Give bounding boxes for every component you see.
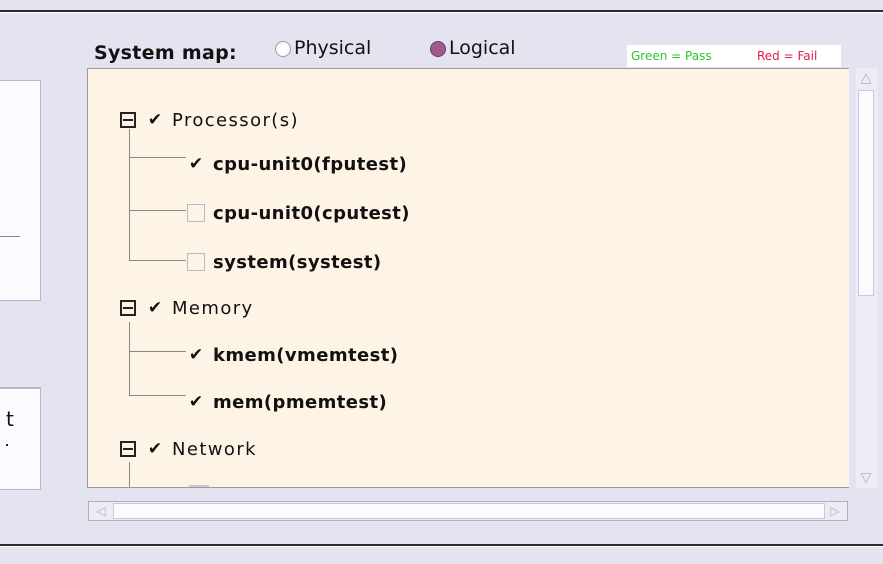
logical-radio-label[interactable]: Logical (449, 37, 516, 59)
collapse-icon[interactable] (120, 441, 136, 457)
collapse-icon[interactable] (120, 112, 136, 128)
legend-fail: Red = Fail (757, 49, 818, 63)
scroll-left-icon[interactable]: ◁ (90, 503, 112, 519)
tree-connector (129, 260, 186, 261)
tree-item-fputest[interactable]: ✔ cpu-unit0(fputest) (187, 150, 407, 178)
left-panel-divider (0, 236, 20, 237)
scroll-down-icon[interactable]: ▽ (858, 470, 874, 486)
tree-group-memory[interactable]: ✔ Memory (120, 294, 254, 322)
tree-item-pmemtest[interactable]: ✔ mem(pmemtest) (187, 388, 387, 416)
tree-connector (129, 462, 130, 487)
horizontal-scroll-thumb[interactable] (113, 503, 825, 519)
tree-item-label[interactable]: cpu-unit0(cputest) (213, 203, 410, 224)
tree-item-cputest[interactable]: cpu-unit0(cputest) (187, 199, 410, 227)
legend-pass: Green = Pass (631, 49, 712, 63)
left-panel-upper (0, 80, 41, 301)
checkbox-unchecked-icon[interactable] (187, 204, 205, 222)
tree-group-processors[interactable]: ✔ Processor(s) (120, 106, 299, 134)
tree-item-label[interactable]: kmem(vmemtest) (213, 345, 398, 366)
horizontal-scrollbar[interactable]: ◁ ▷ (88, 501, 848, 521)
scroll-up-icon[interactable]: △ (858, 70, 874, 86)
top-divider-highlight (0, 12, 883, 13)
vertical-scroll-thumb[interactable] (858, 90, 874, 296)
tree-connector (129, 157, 186, 158)
left-panel-lower: t (0, 387, 41, 490)
tree-connector (129, 129, 130, 260)
checkbox-unchecked-icon[interactable] (187, 253, 205, 271)
system-tree: ✔ Processor(s) ✔ cpu-unit0(fputest) cpu-… (87, 68, 849, 488)
left-panel-text: t (6, 407, 14, 431)
tree-item-label[interactable]: system(systest) (213, 252, 381, 273)
tree-group-label[interactable]: Memory (172, 298, 254, 319)
tree-connector (129, 322, 130, 395)
checkbox-checked-icon[interactable]: ✔ (146, 110, 164, 130)
collapse-icon[interactable] (120, 300, 136, 316)
tree-connector (129, 351, 186, 352)
bottom-divider-highlight (0, 546, 883, 547)
tree-item-label[interactable]: cpu-unit0(fputest) (213, 154, 407, 175)
tree-connector (129, 210, 186, 211)
scroll-right-icon[interactable]: ▷ (824, 503, 846, 519)
checkbox-checked-icon[interactable]: ✔ (187, 392, 205, 412)
vertical-scrollbar[interactable]: △ ▽ (856, 68, 878, 488)
physical-radio-label[interactable]: Physical (294, 37, 371, 59)
tree-item-systest[interactable]: system(systest) (187, 248, 381, 276)
tree-item-partial (189, 485, 209, 487)
tree-item-label[interactable]: mem(pmemtest) (213, 392, 387, 413)
checkbox-checked-icon[interactable]: ✔ (146, 439, 164, 459)
tree-group-label[interactable]: Processor(s) (172, 110, 299, 131)
tree-group-network[interactable]: ✔ Network (120, 435, 257, 463)
tree-item-vmemtest[interactable]: ✔ kmem(vmemtest) (187, 341, 398, 369)
pass-fail-legend: Green = Pass Red = Fail (627, 45, 841, 67)
system-map-label: System map: (94, 42, 237, 64)
logical-radio[interactable] (430, 41, 446, 57)
tree-group-label[interactable]: Network (172, 439, 257, 460)
checkbox-checked-icon[interactable]: ✔ (187, 345, 205, 365)
tree-connector (129, 395, 186, 396)
checkbox-checked-icon[interactable]: ✔ (146, 298, 164, 318)
physical-radio[interactable] (275, 41, 291, 57)
left-panel-dot (6, 444, 8, 446)
checkbox-checked-icon[interactable]: ✔ (187, 154, 205, 174)
